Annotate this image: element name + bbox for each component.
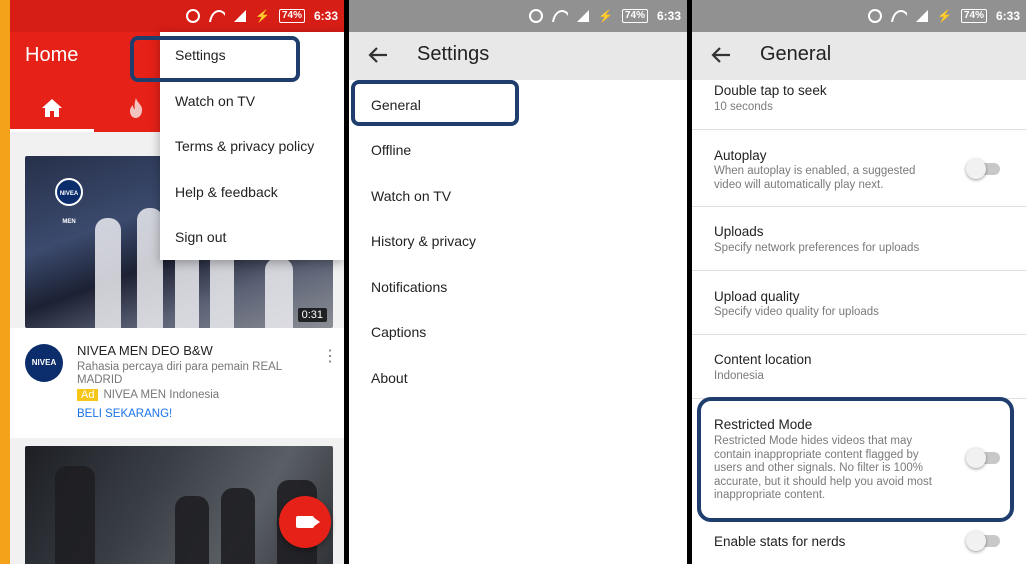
trending-flame-icon	[130, 98, 143, 118]
video-meta: Ad NIVEA MEN Indonesia	[77, 389, 219, 401]
panel-settings: ⚡ 74% 6:33 Settings General Offline Watc…	[349, 0, 687, 564]
menu-item-sign-out[interactable]: Sign out	[175, 229, 226, 245]
menu-item-help-feedback[interactable]: Help & feedback	[175, 184, 278, 200]
ad-badge: Ad	[77, 389, 99, 401]
video-info: NIVEA MEN NIVEA MEN DEO B&W Rahasia perc…	[10, 328, 344, 438]
signal-icon	[916, 10, 928, 22]
menu-item-watch-on-tv[interactable]: Watch on TV	[175, 93, 255, 109]
charging-icon: ⚡	[598, 9, 613, 23]
wifi-icon	[891, 10, 907, 22]
video-title[interactable]: NIVEA MEN DEO B&W	[77, 343, 213, 358]
app-bar: General	[692, 32, 1026, 80]
thumbnail-figure	[95, 218, 121, 328]
thumbnail-figure	[265, 258, 293, 328]
signal-icon	[234, 10, 246, 22]
setting-title: Uploads	[714, 224, 764, 239]
settings-item-about[interactable]: About	[371, 370, 408, 386]
setting-uploads[interactable]: Uploads Specify network preferences for …	[692, 207, 1026, 271]
battery-indicator: 74%	[960, 9, 987, 23]
settings-item-history-privacy[interactable]: History & privacy	[371, 233, 476, 249]
thumbnail-figure	[175, 496, 209, 564]
video-description: Rahasia percaya diri para pemain REAL MA…	[77, 361, 282, 386]
nivea-logo: NIVEA MEN	[55, 178, 83, 225]
video-duration: 0:31	[297, 308, 327, 322]
setting-subtitle: 10 seconds	[714, 101, 773, 113]
settings-item-notifications[interactable]: Notifications	[371, 279, 447, 295]
status-bar: ⚡ 74% 6:33	[692, 0, 1026, 32]
alarm-icon	[868, 9, 882, 23]
setting-stats-for-nerds[interactable]: Enable stats for nerds	[692, 523, 1026, 564]
camera-icon	[296, 516, 320, 528]
setting-subtitle: Indonesia	[714, 370, 764, 382]
setting-upload-quality[interactable]: Upload quality Specify video quality for…	[692, 271, 1026, 335]
setting-subtitle: When autoplay is enabled, a suggested vi…	[714, 165, 916, 191]
status-time: 6:33	[656, 9, 681, 23]
status-time: 6:33	[313, 9, 338, 23]
page-title: General	[760, 43, 832, 65]
thumbnail-figure	[55, 466, 95, 564]
more-vert-icon[interactable]: ⋮	[322, 346, 338, 366]
wifi-icon	[552, 10, 568, 22]
panel-general-settings: ⚡ 74% 6:33 General Double tap to seek 10…	[692, 0, 1026, 564]
highlight-settings	[130, 36, 300, 82]
setting-autoplay[interactable]: Autoplay When autoplay is enabled, a sug…	[692, 130, 1026, 207]
back-arrow-icon[interactable]	[367, 44, 389, 66]
stats-for-nerds-toggle[interactable]	[966, 531, 1000, 551]
menu-item-terms-privacy[interactable]: Terms & privacy policy	[175, 138, 314, 154]
settings-item-offline[interactable]: Offline	[371, 142, 411, 158]
setting-title: Enable stats for nerds	[714, 534, 846, 549]
thumbnail-figure	[221, 488, 255, 564]
setting-double-tap-seek[interactable]: Double tap to seek 10 seconds	[692, 80, 1026, 130]
settings-item-captions[interactable]: Captions	[371, 324, 426, 340]
wifi-icon	[209, 10, 225, 22]
status-bar: ⚡ 74% 6:33	[10, 0, 344, 32]
home-icon	[42, 99, 62, 117]
setting-title: Double tap to seek	[714, 83, 827, 98]
tab-home[interactable]	[10, 84, 94, 132]
settings-item-watch-on-tv[interactable]: Watch on TV	[371, 188, 451, 204]
home-screen: ⚡ 74% 6:33 Home NIVEA MEN 0:31 NIVEA MEN…	[10, 0, 344, 564]
back-arrow-icon[interactable]	[710, 44, 732, 66]
status-bar: ⚡ 74% 6:33	[349, 0, 687, 32]
charging-icon: ⚡	[255, 9, 270, 23]
setting-subtitle: Specify network preferences for uploads	[714, 242, 920, 254]
battery-indicator: 74%	[621, 9, 648, 23]
panel-youtube-home: ⚡ 74% 6:33 Home NIVEA MEN 0:31 NIVEA MEN…	[0, 0, 344, 564]
battery-indicator: 74%	[278, 9, 305, 23]
setting-subtitle: Specify video quality for uploads	[714, 306, 879, 318]
channel-avatar[interactable]: NIVEA MEN	[25, 344, 63, 405]
highlight-general	[351, 80, 519, 126]
setting-content-location[interactable]: Content location Indonesia	[692, 335, 1026, 399]
cta-link[interactable]: BELI SEKARANG!	[77, 408, 172, 420]
alarm-icon	[529, 9, 543, 23]
status-time: 6:33	[995, 9, 1020, 23]
channel-name: NIVEA MEN Indonesia	[103, 389, 220, 401]
app-bar: Settings	[349, 32, 687, 80]
setting-title: Autoplay	[714, 148, 767, 163]
highlight-restricted-mode	[697, 397, 1014, 522]
charging-icon: ⚡	[937, 9, 952, 23]
setting-title: Content location	[714, 352, 812, 367]
page-title: Home	[25, 44, 79, 66]
alarm-icon	[186, 9, 200, 23]
autoplay-toggle[interactable]	[966, 159, 1000, 179]
signal-icon	[577, 10, 589, 22]
page-title: Settings	[417, 43, 490, 65]
upload-video-button[interactable]	[279, 496, 331, 548]
setting-title: Upload quality	[714, 289, 800, 304]
